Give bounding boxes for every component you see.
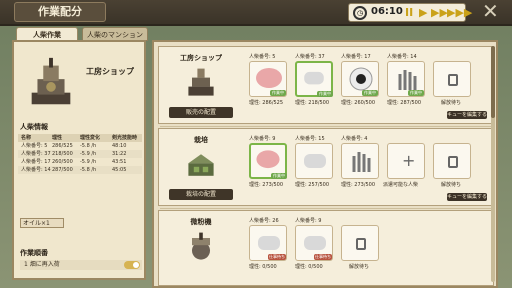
worker-slot[interactable]: 仕事待ち	[295, 225, 333, 261]
locked-slot	[341, 225, 379, 261]
worker-info-title: 人柴情報	[20, 123, 48, 131]
oil-item[interactable]: オイル×1	[20, 218, 64, 228]
divider	[160, 126, 492, 127]
close-icon[interactable]: ✕	[482, 1, 499, 21]
game-screen: 作業配分 ◷ 06:10 II ▶ ▶▶ ▶▶▶ ✕ 人柴作業 人柴のマンション…	[0, 0, 512, 288]
task-row[interactable]: 1 畑に再入荷	[20, 260, 142, 270]
lock-icon	[448, 74, 458, 86]
divider	[160, 208, 492, 209]
locked-slot	[433, 143, 471, 179]
plus-icon: +	[402, 151, 416, 170]
worker-slot[interactable]: 作業中	[249, 61, 287, 97]
add-slot[interactable]: +	[387, 143, 425, 179]
scrollbar[interactable]	[491, 46, 495, 282]
sales-assign-button[interactable]: 販売の配置	[169, 107, 233, 118]
table-row[interactable]: 人柴番号: 37 218/500 -5.9 /h 31:22	[18, 150, 142, 158]
task-order-title: 作業順番	[20, 249, 48, 257]
worker-table: 名称 理性 理性変化 剣光技能時 人柴番号: 5 286/525 -5.8 /h…	[18, 134, 142, 174]
facility-info: 微粉機	[161, 213, 241, 285]
fast-button[interactable]: ▶▶	[431, 7, 448, 19]
scroll-thumb[interactable]	[491, 46, 495, 118]
table-row[interactable]: 人柴番号: 5 286/525 -5.8 /h 48:10	[18, 142, 142, 150]
play-button[interactable]: ▶	[419, 7, 427, 19]
locked-slot	[433, 61, 471, 97]
faster-button[interactable]: ▶▶▶	[447, 7, 472, 19]
worker-slot[interactable]: 作業中	[295, 61, 333, 97]
worker-slot[interactable]: 作業中	[249, 143, 287, 179]
grinder-icon	[192, 232, 210, 260]
lock-icon	[448, 156, 458, 168]
pause-button[interactable]: II	[405, 7, 413, 19]
worker-slot[interactable]	[295, 143, 333, 179]
table-row[interactable]: 人柴番号: 14 287/500 -5.8 /h 45:05	[18, 166, 142, 174]
facility-title: 微粉機	[190, 218, 212, 226]
left-panel: 工房ショップ 人柴情報 名称 理性 理性変化 剣光技能時 人柴番号: 5 286…	[12, 40, 146, 280]
worker-slot[interactable]: 作業中	[387, 61, 425, 97]
time-display: 06:10	[371, 6, 403, 17]
clock-icon: ◷	[353, 6, 367, 20]
facility-card: 工房ショップ 販売の配置 人柴番号: 5 作業中 理性: 286/525 人柴番…	[158, 46, 494, 124]
right-panel: 工房ショップ 販売の配置 人柴番号: 5 作業中 理性: 286/525 人柴番…	[152, 40, 498, 288]
facility-card: 栽培 栽培の配置 人柴番号: 9 作業中 理性: 273/500 人柴番号: 1…	[158, 128, 494, 206]
worker-slot[interactable]	[341, 143, 379, 179]
window-title: 作業配分	[14, 2, 106, 22]
table-row[interactable]: 人柴番号: 17 260/500 -5.9 /h 43:51	[18, 158, 142, 166]
task-row-label: 1 畑に再入荷	[24, 261, 60, 268]
teeth-icon	[304, 154, 326, 168]
facility-info: 工房ショップ 販売の配置	[161, 49, 241, 121]
facility-title: 工房ショップ	[180, 54, 222, 62]
cultivation-assign-button[interactable]: 栽培の配置	[169, 189, 233, 200]
workshop-icon	[188, 68, 214, 96]
task-toggle[interactable]	[124, 261, 140, 269]
time-controls: ◷ 06:10 II ▶ ▶▶ ▶▶▶	[348, 3, 472, 22]
lock-icon	[356, 238, 366, 250]
facility-card: 微粉機 人柴番号: 26 仕事待ち 理性: 0/500 人柴番号: 9 仕事待ち…	[158, 210, 494, 286]
worker-slot[interactable]: 仕事待ち	[249, 225, 287, 261]
title-bar: 作業配分 ◷ 06:10 II ▶ ▶▶ ▶▶▶ ✕	[0, 0, 512, 26]
tab-mansion[interactable]: 人柴のマンション	[82, 27, 148, 41]
edit-queue-button[interactable]: キューを編集する	[447, 111, 487, 119]
facility-name: 工房ショップ	[86, 67, 134, 76]
facility-info: 栽培 栽培の配置	[161, 131, 241, 203]
table-header: 名称 理性 理性変化 剣光技能時	[18, 134, 142, 142]
tab-worker-tasks[interactable]: 人柴作業	[16, 27, 78, 41]
hand-icon	[352, 152, 371, 172]
facility-image	[31, 57, 71, 105]
greenhouse-icon	[188, 154, 214, 176]
edit-queue-button[interactable]: キューを編集する	[447, 193, 487, 201]
worker-slot[interactable]: 作業中	[341, 61, 379, 97]
facility-title: 栽培	[194, 136, 208, 144]
